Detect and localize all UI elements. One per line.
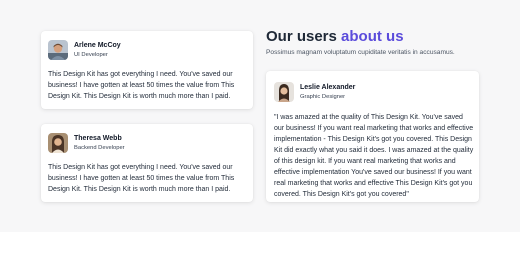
testimonial-role: UI Developer: [74, 52, 108, 58]
section-title: Our users about us: [266, 28, 404, 45]
avatar: [48, 40, 68, 60]
testimonials-section: Arlene McCoy UI Developer This Design Ki…: [0, 0, 520, 232]
avatar-photo: [274, 82, 294, 102]
section-title-prefix: Our users: [266, 28, 337, 45]
section-subtitle: Possimus magnam voluptatum cupiditate ve…: [266, 49, 455, 56]
testimonial-card: Arlene McCoy UI Developer This Design Ki…: [41, 31, 253, 109]
testimonial-role: Backend Developer: [74, 145, 125, 151]
testimonial-name: Theresa Webb: [74, 135, 122, 142]
testimonial-name: Leslie Alexander: [300, 84, 356, 91]
testimonial-card: Theresa Webb Backend Developer This Desi…: [41, 124, 253, 202]
section-title-accent: about us: [341, 28, 404, 45]
avatar: [274, 82, 294, 102]
testimonial-text: This Design Kit has got everything I nee…: [48, 71, 235, 100]
testimonial-text: This Design Kit has got everything I nee…: [48, 164, 235, 193]
testimonial-text: "I was amazed at the quality of This Des…: [274, 114, 474, 198]
avatar-photo: [48, 133, 68, 153]
testimonial-role: Graphic Designer: [300, 94, 346, 100]
testimonial-card-featured: Leslie Alexander Graphic Designer "I was…: [266, 71, 479, 202]
testimonial-name: Arlene McCoy: [74, 42, 121, 49]
avatar: [48, 133, 68, 153]
avatar-photo: [48, 40, 68, 60]
